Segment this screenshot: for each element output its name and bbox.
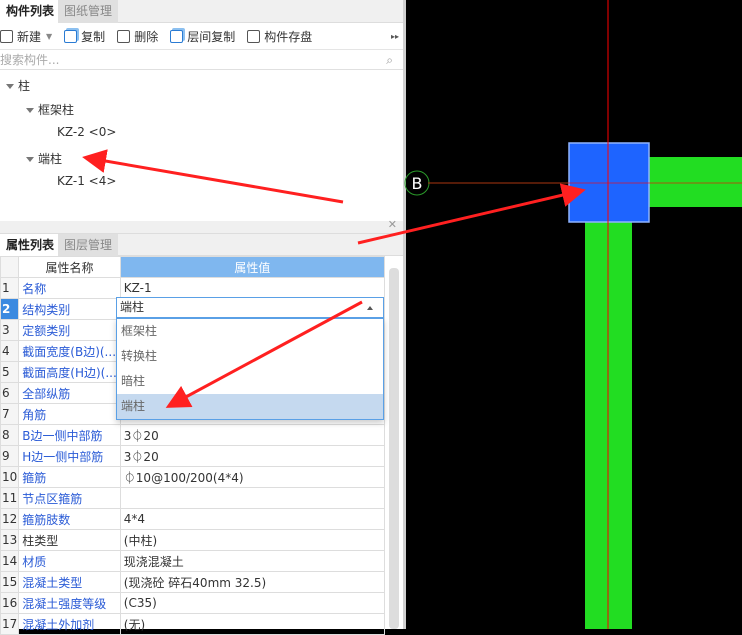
canvas-overlay: B (82, 0, 742, 629)
arrow-to-option (165, 300, 363, 408)
beam[interactable] (649, 157, 742, 207)
axis-label: B (412, 174, 423, 193)
arrow-to-column (357, 183, 586, 245)
arrow-to-tree (82, 149, 344, 204)
